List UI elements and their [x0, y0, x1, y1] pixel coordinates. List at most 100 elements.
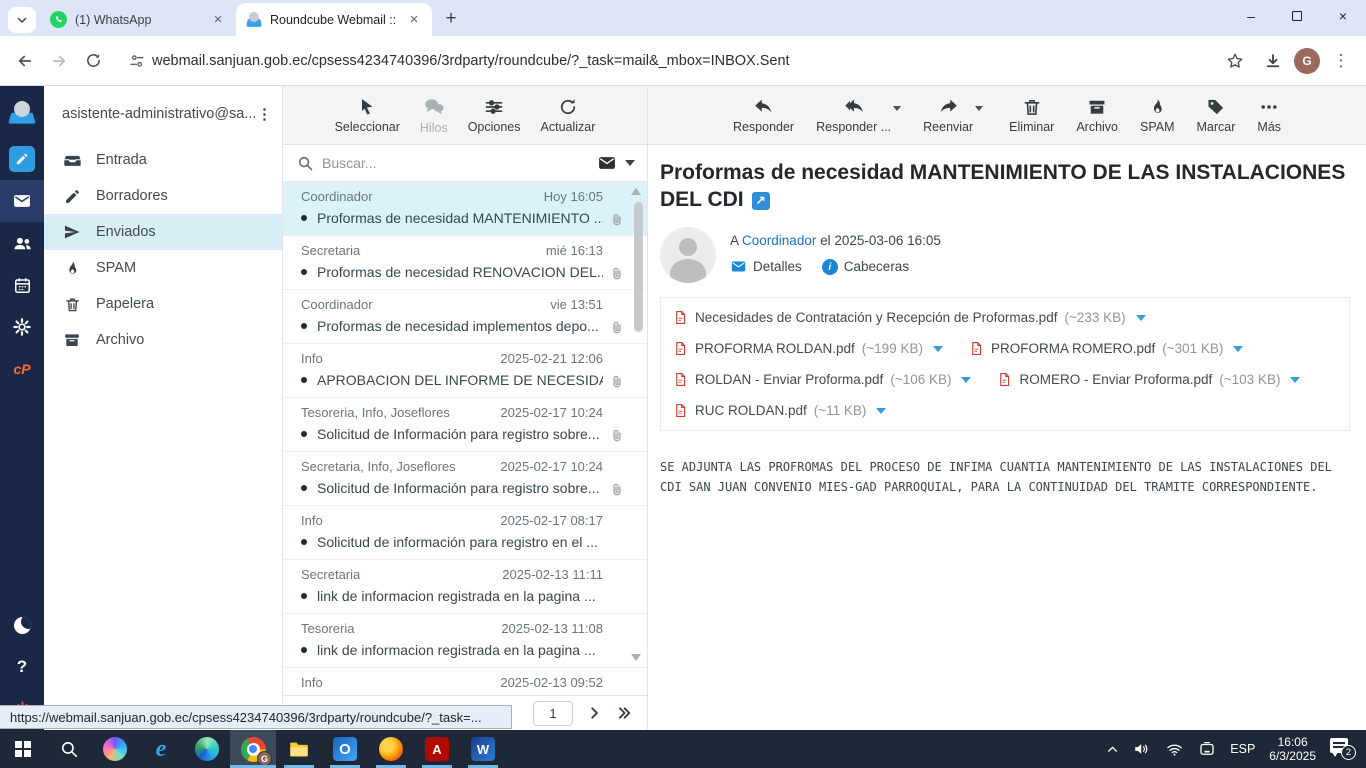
contacts-nav-button[interactable]	[0, 222, 44, 264]
select-button[interactable]: Seleccionar	[335, 97, 400, 134]
attachment-menu-caret-icon[interactable]	[876, 408, 886, 414]
scrollbar-thumb[interactable]	[634, 202, 643, 332]
attachment-item[interactable]: ROMERO - Enviar Proforma.pdf (~103 KB)	[997, 371, 1300, 388]
reply-all-caret-icon[interactable]	[893, 106, 901, 111]
folder-borradores[interactable]: Borradores	[44, 178, 282, 214]
profile-avatar[interactable]: G	[1294, 48, 1320, 74]
wifi-icon[interactable]	[1165, 741, 1184, 758]
restore-button[interactable]	[1274, 0, 1320, 32]
attachment-item[interactable]: RUC ROLDAN.pdf (~11 KB)	[673, 402, 886, 419]
help-button[interactable]: ?	[0, 646, 44, 688]
browser-menu-icon[interactable]: ⋮	[1324, 44, 1358, 78]
internet-explorer-button[interactable]: e	[138, 730, 184, 768]
message-row[interactable]: CoordinadorHoy 16:05 Proformas de necesi…	[283, 182, 647, 236]
message-row[interactable]: Secretaria, Info, Joseflores2025-02-17 1…	[283, 452, 647, 506]
scrollbar-up-arrow[interactable]	[631, 188, 641, 195]
message-row[interactable]: Tesoreria, Info, Joseflores2025-02-17 10…	[283, 398, 647, 452]
downloads-icon[interactable]	[1256, 44, 1290, 78]
attachment-menu-caret-icon[interactable]	[933, 346, 943, 352]
attachment-menu-caret-icon[interactable]	[1233, 346, 1243, 352]
tab-close-icon[interactable]: ×	[210, 11, 226, 28]
reload-button[interactable]	[76, 44, 110, 78]
mark-button[interactable]: Marcar	[1197, 97, 1236, 134]
forward-button[interactable]: Reenviar	[923, 96, 973, 134]
attachment-menu-caret-icon[interactable]	[961, 377, 971, 383]
site-info-icon[interactable]	[122, 46, 152, 76]
archive-button[interactable]: Archivo	[1076, 97, 1118, 134]
attachment-item[interactable]: PROFORMA ROMERO.pdf (~301 KB)	[969, 340, 1243, 357]
attachment-menu-caret-icon[interactable]	[1290, 377, 1300, 383]
reply-button[interactable]: Responder	[733, 96, 794, 134]
tab-whatsapp[interactable]: (1) WhatsApp ×	[40, 3, 236, 36]
tab-close-icon[interactable]: ×	[406, 11, 422, 28]
minimize-button[interactable]: –	[1228, 0, 1274, 32]
message-row[interactable]: Info2025-02-13 09:52	[283, 668, 647, 695]
compose-button[interactable]	[0, 138, 44, 180]
options-button[interactable]: Opciones	[468, 97, 521, 134]
delete-button[interactable]: Eliminar	[1009, 97, 1054, 134]
copilot-button[interactable]	[92, 730, 138, 768]
threads-button[interactable]: Hilos	[420, 96, 448, 135]
refresh-button[interactable]: Actualizar	[541, 97, 596, 134]
details-toggle[interactable]: Detalles	[730, 258, 802, 275]
folder-entrada[interactable]: Entrada	[44, 142, 282, 178]
taskbar-clock[interactable]: 16:06 6/3/2025	[1269, 735, 1316, 763]
search-input[interactable]	[322, 155, 589, 171]
start-button[interactable]	[0, 730, 46, 768]
unread-filter-icon[interactable]	[597, 153, 617, 173]
message-row[interactable]: Tesoreria2025-02-13 11:08 link de inform…	[283, 614, 647, 668]
reply-all-button[interactable]: Responder ...	[816, 96, 891, 134]
last-page-button[interactable]	[615, 706, 633, 720]
new-tab-button[interactable]: +	[438, 6, 464, 32]
forward-button[interactable]	[42, 44, 76, 78]
message-row[interactable]: Secretariamié 16:13 Proformas de necesid…	[283, 236, 647, 290]
back-button[interactable]	[8, 44, 42, 78]
more-button[interactable]: Más	[1257, 97, 1281, 134]
edge-button[interactable]	[184, 730, 230, 768]
message-row[interactable]: Coordinadorvie 13:51 Proformas de necesi…	[283, 290, 647, 344]
folder-archivo[interactable]: Archivo	[44, 322, 282, 358]
dark-mode-button[interactable]	[0, 604, 44, 646]
attachment-menu-caret-icon[interactable]	[1136, 315, 1146, 321]
calendar-nav-button[interactable]	[0, 264, 44, 306]
tab-search-button[interactable]	[8, 7, 36, 33]
roundcube-logo[interactable]	[0, 96, 44, 138]
cpanel-icon[interactable]: cP	[0, 348, 44, 390]
forward-caret-icon[interactable]	[975, 106, 983, 111]
attachment-item[interactable]: ROLDAN - Enviar Proforma.pdf (~106 KB)	[673, 371, 971, 388]
folder-papelera[interactable]: Papelera	[44, 286, 282, 322]
page-input[interactable]	[533, 701, 573, 726]
headers-toggle[interactable]: i Cabeceras	[822, 259, 909, 275]
message-row[interactable]: Info2025-02-21 12:06 APROBACION DEL INFO…	[283, 344, 647, 398]
outlook-button[interactable]: O	[322, 730, 368, 768]
scrollbar-down-arrow[interactable]	[631, 654, 641, 661]
word-button[interactable]: W	[460, 730, 506, 768]
spam-button[interactable]: SPAM	[1140, 97, 1175, 134]
folder-enviados[interactable]: Enviados	[44, 214, 282, 250]
tab-roundcube[interactable]: Roundcube Webmail :: Enviados ×	[236, 3, 432, 36]
next-page-button[interactable]	[587, 706, 601, 720]
attachment-item[interactable]: PROFORMA ROLDAN.pdf (~199 KB)	[673, 340, 943, 357]
volume-icon[interactable]	[1133, 740, 1151, 758]
firefox-button[interactable]	[368, 730, 414, 768]
mail-nav-button[interactable]	[0, 180, 44, 222]
open-in-new-window-icon[interactable]: ↗	[752, 192, 770, 210]
folder-spam[interactable]: SPAM	[44, 250, 282, 286]
taskbar-search-button[interactable]	[46, 730, 92, 768]
connect-icon[interactable]	[1198, 740, 1216, 758]
language-indicator[interactable]: ESP	[1230, 742, 1255, 756]
message-row[interactable]: Info2025-02-17 08:17 Solicitud de inform…	[283, 506, 647, 560]
settings-nav-button[interactable]	[0, 306, 44, 348]
message-row[interactable]: Secretaria2025-02-13 11:11 link de infor…	[283, 560, 647, 614]
account-menu-icon[interactable]: ⋮	[257, 105, 272, 123]
search-scope-chevron-icon[interactable]	[625, 160, 635, 166]
acrobat-button[interactable]: A	[414, 730, 460, 768]
attachment-item[interactable]: Necesidades de Contratación y Recepción …	[673, 309, 1146, 326]
notification-center-button[interactable]: 2	[1330, 738, 1356, 760]
file-explorer-button[interactable]	[276, 730, 322, 768]
tray-expand-chevron-icon[interactable]	[1106, 743, 1119, 756]
bookmark-star-icon[interactable]	[1218, 44, 1252, 78]
address-bar[interactable]: webmail.sanjuan.gob.ec/cpsess4234740396/…	[118, 43, 1210, 79]
close-button[interactable]: ×	[1320, 0, 1366, 32]
recipient-link[interactable]: Coordinador	[742, 233, 816, 248]
